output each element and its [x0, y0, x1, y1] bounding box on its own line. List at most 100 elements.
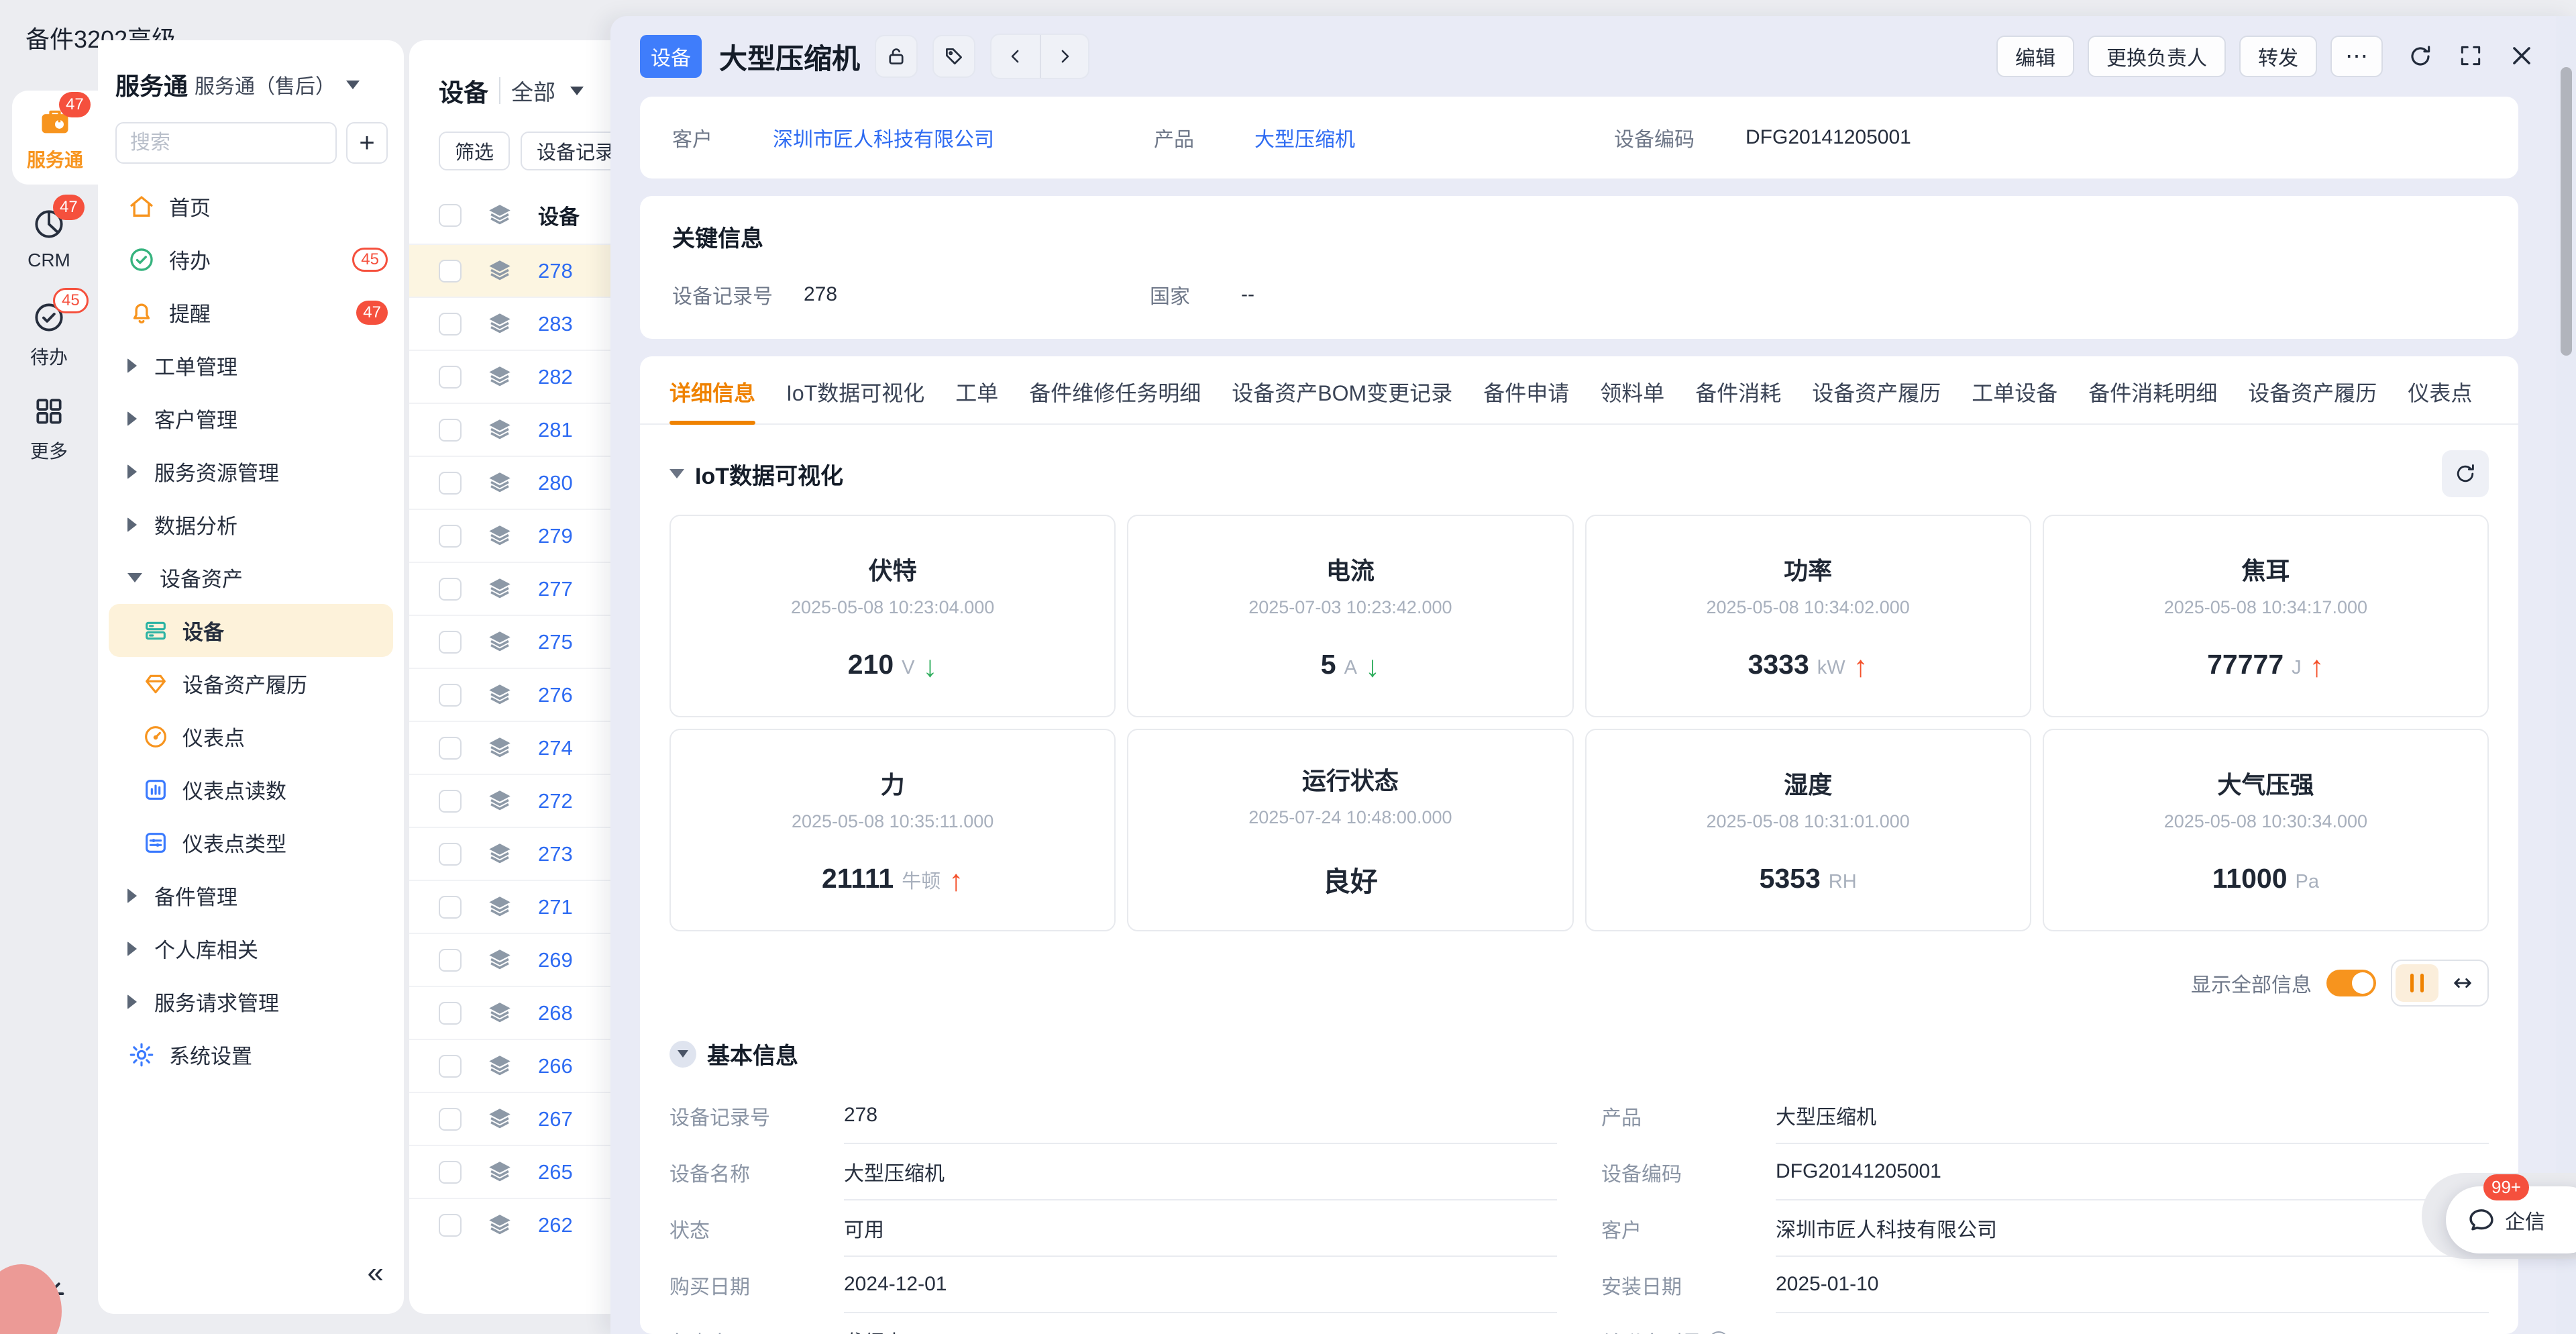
sidebar-group-workorder[interactable]: 工单管理 — [98, 339, 404, 392]
record-link[interactable]: 273 — [538, 842, 573, 866]
tab-bom-changes[interactable]: 设备资产BOM变更记录 — [1232, 376, 1452, 423]
sidebar-group-device-asset[interactable]: 设备资产 — [98, 551, 404, 604]
add-button[interactable]: + — [346, 122, 388, 164]
close-icon[interactable] — [2509, 43, 2536, 70]
row-checkbox[interactable] — [439, 737, 462, 760]
product-link[interactable]: 大型压缩机 — [1776, 1088, 2489, 1144]
iot-card-pressure[interactable]: 大气压强 2025-05-08 10:30:34.000 11000Pa — [2043, 729, 2489, 931]
customer-link[interactable]: 深圳市匠人科技有限公司 — [773, 123, 994, 152]
sidebar-collapse-button[interactable]: « — [368, 1256, 384, 1290]
row-checkbox[interactable] — [439, 1055, 462, 1078]
iot-card-run-status[interactable]: 运行状态 2025-07-24 10:48:00.000 良好 — [1127, 729, 1573, 931]
iot-card-joule[interactable]: 焦耳 2025-05-08 10:34:17.000 77777J↑ — [2043, 515, 2489, 717]
record-link[interactable]: 275 — [538, 630, 573, 654]
tab-consumption-details[interactable]: 备件消耗明细 — [2088, 376, 2217, 423]
record-link[interactable]: 262 — [538, 1213, 573, 1237]
next-record-button[interactable] — [1040, 35, 1088, 78]
sidebar-group-service-request[interactable]: 服务请求管理 — [98, 975, 404, 1028]
iot-card-volt[interactable]: 伏特 2025-05-08 10:23:04.000 210V↓ — [669, 515, 1116, 717]
sidebar-item-system-settings[interactable]: 系统设置 — [98, 1028, 404, 1081]
tab-iot-visualization[interactable]: IoT数据可视化 — [786, 376, 924, 423]
record-link[interactable]: 266 — [538, 1054, 573, 1078]
chat-widget[interactable]: 99+ 企信 — [2446, 1186, 2576, 1253]
sidebar-group-customer[interactable]: 客户管理 — [98, 392, 404, 445]
row-checkbox[interactable] — [439, 366, 462, 389]
tab-meter-points[interactable]: 仪表点 — [2408, 376, 2472, 423]
row-checkbox[interactable] — [439, 631, 462, 654]
filter-button[interactable]: 筛选 — [439, 132, 510, 170]
sidebar-header[interactable]: 服务通 服务通（售后） — [98, 59, 404, 102]
record-link[interactable]: 282 — [538, 365, 573, 389]
record-link[interactable]: 279 — [538, 524, 573, 548]
scrollbar-thumb[interactable] — [2561, 67, 2572, 356]
tab-part-consumption[interactable]: 备件消耗 — [1695, 376, 1781, 423]
row-checkbox[interactable] — [439, 1108, 462, 1131]
iot-card-humidity[interactable]: 湿度 2025-05-08 10:31:01.000 5353RH — [1585, 729, 2031, 931]
refresh-icon[interactable] — [2407, 43, 2434, 70]
sidebar-group-spare-parts[interactable]: 备件管理 — [98, 869, 404, 922]
rail-item-crm[interactable]: 47 CRM — [0, 205, 98, 271]
chevron-down-icon[interactable] — [570, 87, 584, 95]
sidebar-group-personal-repo[interactable]: 个人库相关 — [98, 922, 404, 975]
rail-item-todo[interactable]: 45 待办 — [0, 299, 98, 370]
tab-picking-lists[interactable]: 领料单 — [1600, 376, 1664, 423]
product-link[interactable]: 大型压缩机 — [1254, 123, 1355, 152]
record-link[interactable]: 268 — [538, 1001, 573, 1025]
row-checkbox[interactable] — [439, 578, 462, 601]
record-link[interactable]: 267 — [538, 1107, 573, 1131]
row-checkbox[interactable] — [439, 843, 462, 866]
sidebar-item-todo[interactable]: 待办 45 — [98, 233, 404, 286]
more-actions-button[interactable]: ⋯ — [2330, 36, 2383, 77]
row-checkbox[interactable] — [439, 896, 462, 919]
sidebar-group-data-analysis[interactable]: 数据分析 — [98, 498, 404, 551]
rail-item-more[interactable]: 更多 — [0, 393, 98, 464]
record-link[interactable]: 283 — [538, 312, 573, 336]
sidebar-item-reminder[interactable]: 提醒 47 — [98, 286, 404, 339]
change-owner-button[interactable]: 更换负责人 — [2088, 36, 2226, 77]
iot-refresh-button[interactable] — [2442, 450, 2489, 497]
rail-item-service[interactable]: 47 服务通 — [12, 91, 98, 185]
help-icon[interactable]: ? — [1709, 1331, 1729, 1334]
record-link[interactable]: 280 — [538, 471, 573, 495]
expand-width-segment-button[interactable] — [2441, 964, 2484, 1002]
record-link[interactable]: 281 — [538, 418, 573, 442]
record-link[interactable]: 265 — [538, 1160, 573, 1184]
record-link[interactable]: 274 — [538, 736, 573, 760]
sidebar-group-service-resource[interactable]: 服务资源管理 — [98, 445, 404, 498]
tab-part-requests[interactable]: 备件申请 — [1483, 376, 1569, 423]
record-link[interactable]: 277 — [538, 577, 573, 601]
row-checkbox[interactable] — [439, 472, 462, 495]
sidebar-item-device[interactable]: 设备 — [109, 604, 393, 657]
record-link[interactable]: 278 — [538, 259, 573, 283]
fullscreen-icon[interactable] — [2458, 43, 2485, 70]
record-link[interactable]: 272 — [538, 789, 573, 813]
list-scope-selector[interactable]: 全部 — [511, 74, 555, 107]
sidebar-item-meter-point[interactable]: 仪表点 — [98, 710, 404, 763]
collapse-triangle-icon[interactable] — [669, 469, 684, 478]
row-checkbox[interactable] — [439, 1214, 462, 1237]
prev-record-button[interactable] — [991, 35, 1040, 78]
row-checkbox[interactable] — [439, 949, 462, 972]
forward-button[interactable]: 转发 — [2239, 36, 2317, 77]
search-input[interactable] — [115, 122, 337, 164]
record-link[interactable]: 269 — [538, 948, 573, 972]
row-checkbox[interactable] — [439, 419, 462, 442]
row-checkbox[interactable] — [439, 525, 462, 548]
sidebar-item-meter-readings[interactable]: 仪表点读数 — [98, 763, 404, 816]
row-checkbox[interactable] — [439, 790, 462, 813]
row-checkbox[interactable] — [439, 260, 462, 283]
tab-asset-history[interactable]: 设备资产履历 — [1812, 376, 1941, 423]
row-checkbox[interactable] — [439, 313, 462, 336]
collapse-circle[interactable] — [669, 1041, 696, 1068]
column-header[interactable]: 设备 — [538, 200, 580, 230]
iot-card-power[interactable]: 功率 2025-05-08 10:34:02.000 3333kW↑ — [1585, 515, 2031, 717]
tab-asset-history-2[interactable]: 设备资产履历 — [2248, 376, 2377, 423]
edit-button[interactable]: 编辑 — [1996, 36, 2074, 77]
sidebar-item-device-history[interactable]: 设备资产履历 — [98, 657, 404, 710]
record-link[interactable]: 276 — [538, 683, 573, 707]
iot-card-current[interactable]: 电流 2025-07-03 10:23:42.000 5A↓ — [1127, 515, 1573, 717]
select-all-checkbox[interactable] — [439, 204, 462, 227]
tab-workorder-devices[interactable]: 工单设备 — [1972, 376, 2057, 423]
row-checkbox[interactable] — [439, 1002, 462, 1025]
unlock-icon[interactable] — [875, 35, 918, 78]
